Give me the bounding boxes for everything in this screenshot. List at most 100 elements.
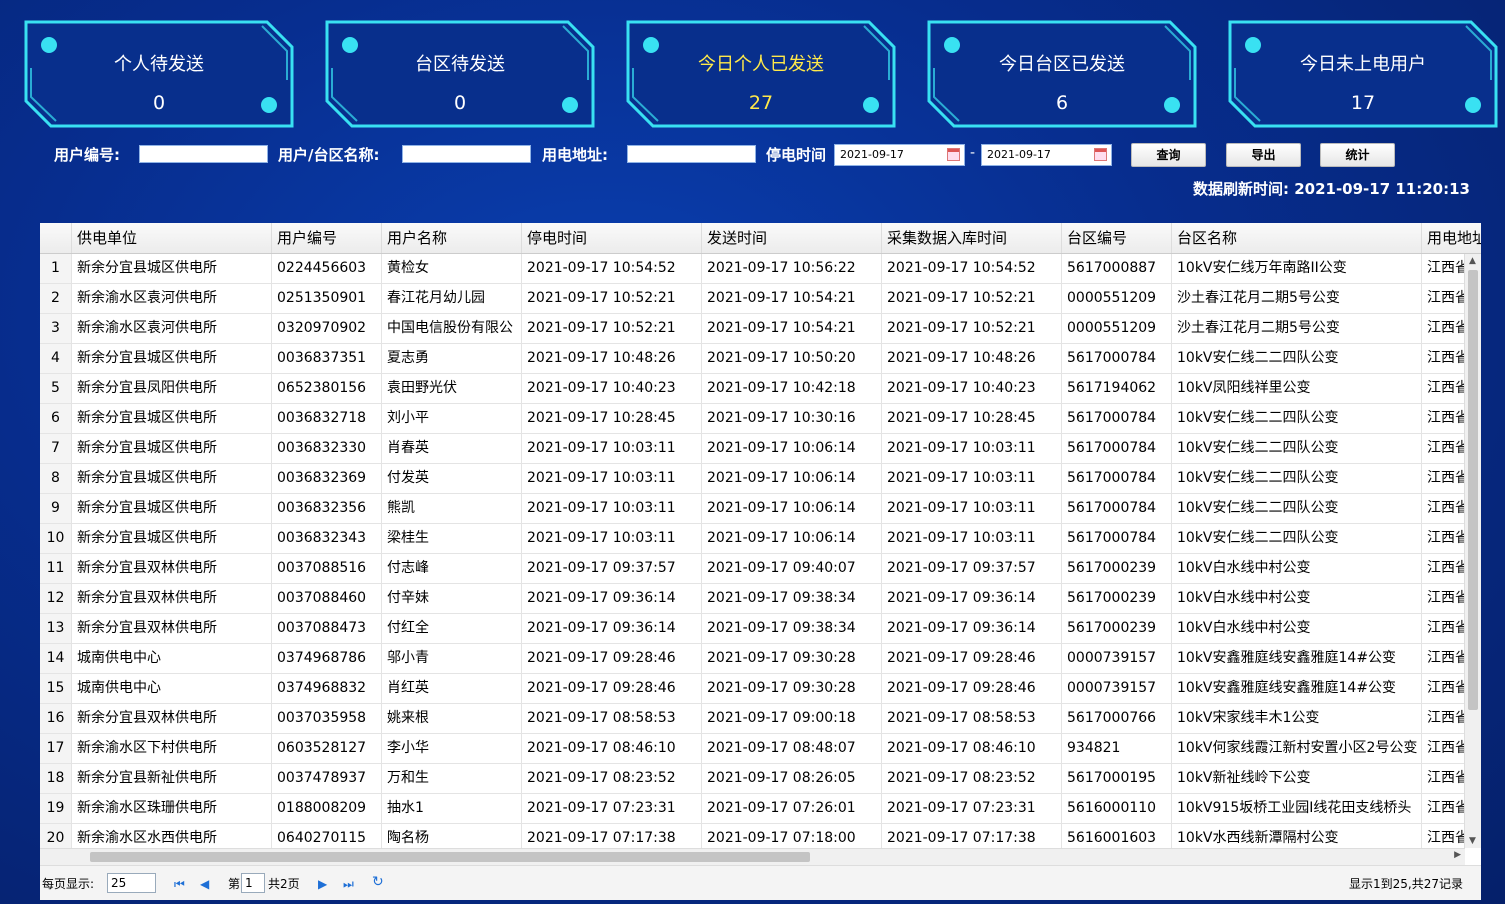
stat-card-area-pending[interactable]: 台区待发送 0 — [325, 20, 595, 128]
row-number: 13 — [40, 614, 72, 643]
table-row[interactable]: 15 城南供电中心 0374968832 肖红英 2021-09-17 09:28:46… — [40, 674, 1465, 704]
column-header[interactable]: 停电时间 — [522, 223, 702, 253]
user-no-input[interactable] — [139, 145, 268, 163]
table-row[interactable]: 19 新余渝水区珠珊供电所 0188008209 抽水1 2021-09-17 07:2… — [40, 794, 1465, 824]
column-header[interactable]: 台区编号 — [1062, 223, 1172, 253]
table-cell: 10kV安仁线二二四队公变 — [1172, 524, 1422, 553]
column-header[interactable]: 供电单位 — [72, 223, 272, 253]
table-row[interactable]: 9 新余分宜县城区供电所 0036832356 熊凯 2021-09-17 10:03:… — [40, 494, 1465, 524]
table-row[interactable]: 8 新余分宜县城区供电所 0036832369 付发英 2021-09-17 10:03… — [40, 464, 1465, 494]
table-cell: 2021-09-17 09:36:14 — [882, 614, 1062, 643]
table-row[interactable]: 2 新余渝水区袁河供电所 0251350901 春江花月幼儿园 2021-09-17 1… — [40, 284, 1465, 314]
table-cell: 10kV安仁线二二四队公变 — [1172, 494, 1422, 523]
date-from-field[interactable]: 2021-09-17 — [834, 144, 965, 166]
table-cell: 江西省 — [1422, 614, 1465, 643]
table-cell: 2021-09-17 10:03:11 — [882, 524, 1062, 553]
table-row[interactable]: 16 新余分宜县双林供电所 0037035958 姚来根 2021-09-17 08:5… — [40, 704, 1465, 734]
column-header[interactable]: 采集数据入库时间 — [882, 223, 1062, 253]
column-header[interactable]: 用户名称 — [382, 223, 522, 253]
table-cell: 0000551209 — [1062, 284, 1172, 313]
table-row[interactable]: 11 新余分宜县双林供电所 0037088516 付志峰 2021-09-17 09:3… — [40, 554, 1465, 584]
stat-card-personal-pending[interactable]: 个人待发送 0 — [24, 20, 294, 128]
table-row[interactable]: 18 新余分宜县新祉供电所 0037478937 万和生 2021-09-17 08:2… — [40, 764, 1465, 794]
table-cell: 10kV915坂桥工业园Ⅰ线花田支线桥头 — [1172, 794, 1422, 823]
stat-card-today-unpowered[interactable]: 今日未上电用户 17 — [1228, 20, 1498, 128]
horizontal-scrollbar[interactable]: ▶ — [40, 848, 1465, 865]
table-cell: 0224456603 — [272, 254, 382, 283]
table-row[interactable]: 3 新余渝水区袁河供电所 0320970902 中国电信股份有限公 2021-09-17… — [40, 314, 1465, 344]
table-cell: 2021-09-17 10:54:21 — [702, 314, 882, 343]
table-cell: 5617000784 — [1062, 464, 1172, 493]
address-input[interactable] — [627, 145, 756, 163]
column-header[interactable]: 用户编号 — [272, 223, 382, 253]
table-cell: 新余分宜县凤阳供电所 — [72, 374, 272, 403]
next-page-icon[interactable]: ▶ — [318, 876, 327, 892]
page-number-input[interactable]: 1 — [241, 873, 265, 893]
table-row[interactable]: 6 新余分宜县城区供电所 0036832718 刘小平 2021-09-17 10:28… — [40, 404, 1465, 434]
column-header[interactable]: 台区名称 — [1172, 223, 1422, 253]
table-cell: 2021-09-17 10:03:11 — [522, 464, 702, 493]
vertical-scrollbar[interactable]: ▲ ▼ — [1464, 254, 1481, 848]
scroll-right-icon[interactable]: ▶ — [1454, 850, 1461, 860]
page-total: 共2页 — [268, 877, 300, 891]
stat-card-today-personal-sent[interactable]: 今日个人已发送 27 — [626, 20, 896, 128]
table-cell: 城南供电中心 — [72, 644, 272, 673]
table-cell: 5616000110 — [1062, 794, 1172, 823]
table-cell: 新余渝水区下村供电所 — [72, 734, 272, 763]
prev-page-icon[interactable]: ◀ — [200, 876, 209, 892]
table-cell: 10kV安仁线二二四队公变 — [1172, 434, 1422, 463]
table-cell: 2021-09-17 09:40:07 — [702, 554, 882, 583]
table-cell: 江西省 — [1422, 524, 1465, 553]
table-row[interactable]: 10 新余分宜县城区供电所 0036832343 梁桂生 2021-09-17 10:0… — [40, 524, 1465, 554]
table-header: 供电单位用户编号用户名称停电时间发送时间采集数据入库时间台区编号台区名称用电地址 — [40, 223, 1481, 254]
table-row[interactable]: 7 新余分宜县城区供电所 0036832330 肖春英 2021-09-17 10:03… — [40, 434, 1465, 464]
table-row[interactable]: 4 新余分宜县城区供电所 0036837351 夏志勇 2021-09-17 10:48… — [40, 344, 1465, 374]
table-cell: 2021-09-17 10:50:20 — [702, 344, 882, 373]
table-cell: 江西省 — [1422, 674, 1465, 703]
table-row[interactable]: 13 新余分宜县双林供电所 0037088473 付红全 2021-09-17 09:3… — [40, 614, 1465, 644]
table-cell: 2021-09-17 10:48:26 — [882, 344, 1062, 373]
vertical-scroll-thumb[interactable] — [1468, 270, 1478, 710]
scroll-up-icon[interactable]: ▲ — [1469, 256, 1476, 266]
table-cell: 新余渝水区袁河供电所 — [72, 284, 272, 313]
name-input[interactable] — [402, 145, 531, 163]
table-cell: 2021-09-17 10:03:11 — [882, 464, 1062, 493]
first-page-icon[interactable]: ⏮ — [174, 876, 185, 892]
stat-card-value: 6 — [1055, 92, 1069, 114]
table-cell: 0036832356 — [272, 494, 382, 523]
page-size-input[interactable]: 25 — [107, 873, 156, 893]
table-row[interactable]: 5 新余分宜县凤阳供电所 0652380156 袁田野光伏 2021-09-17 10:… — [40, 374, 1465, 404]
query-button[interactable]: 查询 — [1131, 143, 1206, 167]
refresh-icon[interactable]: ↻ — [372, 874, 384, 890]
table-row[interactable]: 20 新余渝水区水西供电所 0640270115 陶名杨 2021-09-17 07:1… — [40, 824, 1465, 848]
table-cell: 2021-09-17 09:37:57 — [522, 554, 702, 583]
date-to-field[interactable]: 2021-09-17 — [981, 144, 1112, 166]
table-cell: 新余分宜县双林供电所 — [72, 584, 272, 613]
table-row[interactable]: 14 城南供电中心 0374968786 邬小青 2021-09-17 09:28:46… — [40, 644, 1465, 674]
last-page-icon[interactable]: ⏭ — [343, 876, 354, 892]
stat-card-value: 17 — [1350, 92, 1376, 114]
table-cell: 沙土春江花月二期5号公变 — [1172, 284, 1422, 313]
table-cell: 新余渝水区珠珊供电所 — [72, 794, 272, 823]
data-grid: 供电单位用户编号用户名称停电时间发送时间采集数据入库时间台区编号台区名称用电地址… — [40, 223, 1481, 900]
scroll-down-icon[interactable]: ▼ — [1469, 836, 1476, 846]
table-cell: 2021-09-17 10:28:45 — [882, 404, 1062, 433]
column-header[interactable]: 用电地址 — [1422, 223, 1481, 253]
table-cell: 2021-09-17 07:23:31 — [882, 794, 1062, 823]
table-cell: 夏志勇 — [382, 344, 522, 373]
table-cell: 江西省 — [1422, 434, 1465, 463]
table-row[interactable]: 1 新余分宜县城区供电所 0224456603 黄检女 2021-09-17 10:54… — [40, 254, 1465, 284]
stat-card-today-area-sent[interactable]: 今日台区已发送 6 — [927, 20, 1197, 128]
table-cell: 付志峰 — [382, 554, 522, 583]
table-cell: 付辛妹 — [382, 584, 522, 613]
export-button[interactable]: 导出 — [1226, 143, 1301, 167]
horizontal-scroll-thumb[interactable] — [90, 852, 810, 862]
table-row[interactable]: 12 新余分宜县双林供电所 0037088460 付辛妹 2021-09-17 09:3… — [40, 584, 1465, 614]
calendar-icon[interactable] — [1094, 148, 1107, 161]
stats-button[interactable]: 统计 — [1320, 143, 1395, 167]
calendar-icon[interactable] — [947, 148, 960, 161]
column-header[interactable]: 发送时间 — [702, 223, 882, 253]
table-row[interactable]: 17 新余渝水区下村供电所 0603528127 李小华 2021-09-17 08:4… — [40, 734, 1465, 764]
table-cell: 2021-09-17 08:48:07 — [702, 734, 882, 763]
table-cell: 2021-09-17 10:03:11 — [882, 434, 1062, 463]
